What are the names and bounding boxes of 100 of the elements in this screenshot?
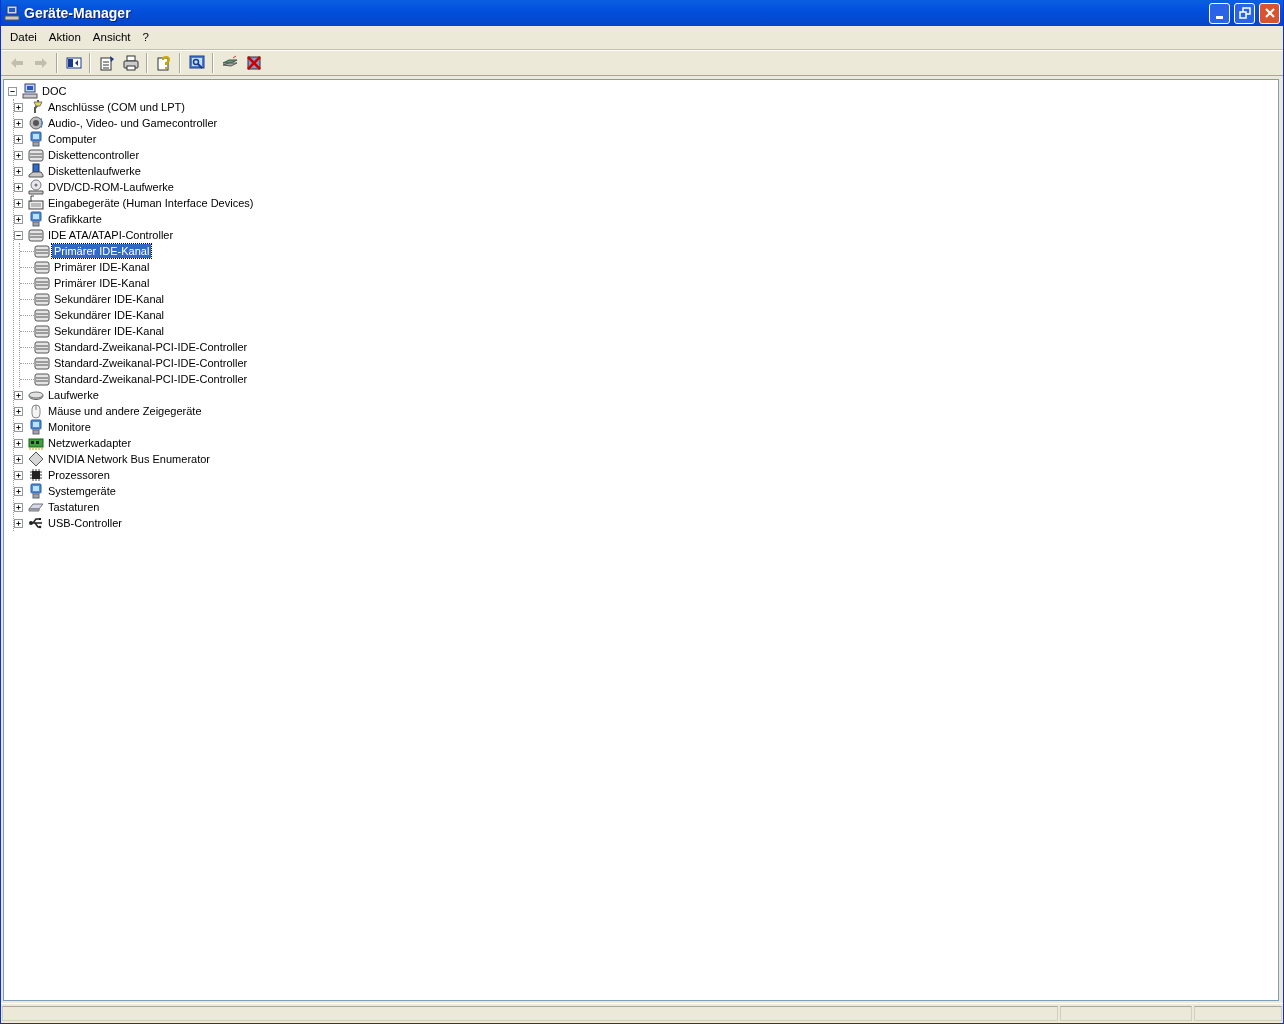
tree-item[interactable]: Monitore — [46, 420, 93, 434]
expand-toggle[interactable] — [14, 470, 23, 480]
drive-icon — [28, 227, 44, 243]
plus-icon — [15, 215, 22, 223]
monitor-magnifier-icon — [188, 55, 205, 71]
menu-item[interactable]: Ansicht — [86, 26, 137, 49]
computer-icon — [4, 5, 20, 21]
expand-toggle[interactable] — [14, 134, 23, 144]
plus-icon — [15, 391, 22, 399]
plus-icon — [15, 423, 22, 431]
plus-icon — [15, 199, 22, 207]
plus-icon — [15, 487, 22, 495]
drive-icon — [34, 371, 50, 387]
chip-icon — [28, 467, 44, 483]
tree-item[interactable]: Grafikkarte — [46, 212, 104, 226]
menu-item[interactable]: ? — [136, 26, 155, 49]
disc-drive-icon — [28, 179, 44, 195]
expand-toggle[interactable] — [14, 502, 23, 512]
expand-toggle[interactable] — [14, 118, 23, 128]
expand-toggle[interactable] — [14, 150, 23, 160]
tree-item[interactable]: Primärer IDE-Kanal — [52, 260, 152, 274]
minimize-icon — [1216, 15, 1223, 19]
plus-icon — [15, 103, 22, 111]
network-card-icon — [28, 435, 44, 451]
drive-icon — [34, 355, 50, 371]
tree-item[interactable]: Standard-Zweikanal-PCI-IDE-Controller — [52, 356, 250, 370]
expand-toggle[interactable] — [14, 166, 23, 176]
tree-item[interactable]: Diskettenlaufwerke — [46, 164, 143, 178]
expand-toggle[interactable] — [14, 438, 23, 448]
panel-toggle-icon — [65, 55, 82, 71]
tree-item[interactable]: Primärer IDE-Kanal — [52, 244, 152, 258]
tree-item[interactable]: IDE ATA/ATAPI-Controller — [46, 228, 176, 242]
tree-item[interactable]: Audio-, Video- und Gamecontroller — [46, 116, 220, 130]
restore-button[interactable] — [1234, 2, 1255, 24]
tree-item[interactable]: Primärer IDE-Kanal — [52, 276, 152, 290]
expand-toggle[interactable] — [14, 406, 23, 416]
menu-item[interactable]: Aktion — [42, 26, 87, 49]
window-title: Geräte-Manager — [24, 3, 132, 23]
plus-icon — [15, 455, 22, 463]
tree-item[interactable]: DOC — [40, 84, 69, 98]
drive-icon — [34, 307, 50, 323]
tree-item[interactable]: Computer — [46, 132, 99, 146]
tree-item[interactable]: Diskettencontroller — [46, 148, 142, 162]
computer-icon — [22, 83, 38, 99]
tree-item[interactable]: Anschlüsse (COM und LPT) — [46, 100, 187, 114]
forward-arrow-icon — [32, 55, 49, 71]
expand-toggle[interactable] — [14, 214, 23, 224]
drive-icon — [34, 339, 50, 355]
printer-icon — [122, 55, 139, 71]
plus-icon — [15, 167, 22, 175]
restore-icon — [1238, 7, 1251, 19]
expand-toggle[interactable] — [14, 454, 23, 464]
tree-item[interactable]: Standard-Zweikanal-PCI-IDE-Controller — [52, 372, 250, 386]
tree-item[interactable]: NVIDIA Network Bus Enumerator — [46, 452, 212, 466]
usb-icon — [28, 515, 44, 531]
close-button[interactable] — [1259, 2, 1280, 24]
drive-icon — [34, 259, 50, 275]
help-icon — [155, 55, 172, 71]
drive-icon — [34, 291, 50, 307]
expand-toggle[interactable] — [14, 390, 23, 400]
monitor-icon — [28, 131, 44, 147]
tree-item[interactable]: Systemgeräte — [46, 484, 118, 498]
expand-toggle[interactable] — [14, 102, 23, 112]
monitor-icon — [28, 419, 44, 435]
tree-item[interactable]: Laufwerke — [46, 388, 101, 402]
tree-item[interactable]: USB-Controller — [46, 516, 124, 530]
properties-icon — [98, 55, 115, 71]
tree-item[interactable]: Mäuse und andere Zeigegeräte — [46, 404, 204, 418]
tree-item[interactable]: Tastaturen — [46, 500, 102, 514]
plus-icon — [15, 471, 22, 479]
tree-item[interactable]: Sekundärer IDE-Kanal — [52, 324, 167, 338]
tree-item[interactable]: Standard-Zweikanal-PCI-IDE-Controller — [52, 340, 250, 354]
tree-item[interactable]: Prozessoren — [46, 468, 112, 482]
tree-item[interactable]: Sekundärer IDE-Kanal — [52, 292, 167, 306]
plus-icon — [15, 183, 22, 191]
plus-icon — [15, 519, 22, 527]
expand-toggle[interactable] — [14, 182, 23, 192]
floppy-drive-icon — [28, 163, 44, 179]
minimize-button[interactable] — [1209, 2, 1230, 24]
drive-icon — [34, 243, 50, 259]
collapse-toggle[interactable] — [8, 86, 17, 96]
expand-toggle[interactable] — [14, 422, 23, 432]
tree-item[interactable]: Sekundärer IDE-Kanal — [52, 308, 167, 322]
menu-item[interactable]: Datei — [4, 26, 43, 49]
expand-toggle[interactable] — [14, 486, 23, 496]
diamond-icon — [28, 451, 44, 467]
tree-item[interactable]: Netzwerkadapter — [46, 436, 134, 450]
tree-item[interactable]: DVD/CD-ROM-Laufwerke — [46, 180, 176, 194]
plus-icon — [15, 151, 22, 159]
drive-icon — [28, 147, 44, 163]
plus-icon — [15, 503, 22, 511]
plus-icon — [15, 439, 22, 447]
close-icon — [1263, 7, 1276, 19]
drive-icon — [34, 323, 50, 339]
expand-toggle[interactable] — [14, 198, 23, 208]
plus-icon — [15, 407, 22, 415]
tree-item[interactable]: Eingabegeräte (Human Interface Devices) — [46, 196, 256, 210]
collapse-toggle[interactable] — [14, 230, 23, 240]
expand-toggle[interactable] — [14, 518, 23, 528]
monitor-icon — [28, 211, 44, 227]
